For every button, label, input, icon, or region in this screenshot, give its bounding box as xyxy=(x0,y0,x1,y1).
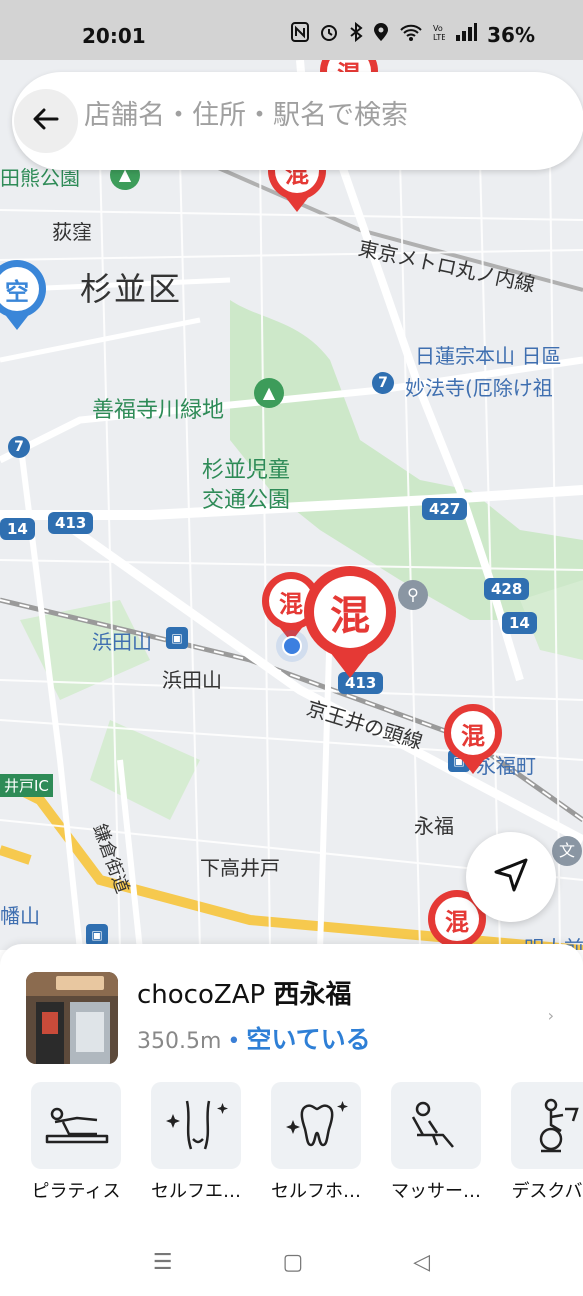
desk-bike-icon xyxy=(511,1082,583,1169)
category-list: ピラティス セルフエ… セルフホ… マッサー… デスクバ… xyxy=(26,1082,583,1202)
store-distance: 350.5m xyxy=(137,1029,222,1054)
category-item-massage[interactable]: マッサー… xyxy=(386,1082,486,1202)
store-status: 空いている xyxy=(246,1025,371,1054)
gym-pin-selected[interactable]: 混 xyxy=(304,566,396,678)
category-item-desk-bike[interactable]: デスクバ… xyxy=(506,1082,583,1202)
location-icon xyxy=(373,22,389,47)
svg-text:Vo: Vo xyxy=(433,24,443,33)
search-bar xyxy=(12,72,583,170)
map-label-ogikubo: 荻窪 xyxy=(52,220,92,244)
store-card[interactable]: chocoZAP 西永福 350.5m • 空いている › xyxy=(26,972,566,1064)
current-location-dot xyxy=(282,636,302,656)
route-shield: 7 xyxy=(8,436,30,458)
map-label-hamadayama: 浜田山 xyxy=(162,668,222,692)
back-button[interactable] xyxy=(14,89,78,153)
status-icons: Vo LTE 36% xyxy=(291,21,535,47)
map-label-greenway: 善福寺川緑地 xyxy=(92,398,225,423)
store-meta: 350.5m • 空いている xyxy=(137,1020,371,1056)
category-item-self-whitening[interactable]: セルフホ… xyxy=(266,1082,366,1202)
wifi-icon xyxy=(399,22,423,47)
arrow-left-icon xyxy=(31,104,61,138)
category-label: セルフエ… xyxy=(151,1180,241,1202)
map-label-eifuku: 永福 xyxy=(414,814,454,838)
map-label-shimotakaido: 下高井戸 xyxy=(200,856,280,880)
search-input[interactable] xyxy=(84,100,564,131)
route-shield: 427 xyxy=(422,498,468,520)
category-item-self-esthetic[interactable]: セルフエ… xyxy=(146,1082,246,1202)
battery-level: 36% xyxy=(487,22,535,47)
train-station-icon: ▣ xyxy=(86,924,108,946)
tree-icon: ▲ xyxy=(254,378,284,408)
route-shield: 7 xyxy=(372,372,394,394)
map-label-hachiman: 幡山 xyxy=(0,904,40,928)
route-shield: 413 xyxy=(48,512,94,534)
back-icon[interactable]: ◁ xyxy=(413,1250,430,1275)
alarm-icon xyxy=(319,22,339,47)
self-esthetic-icon xyxy=(151,1082,241,1169)
store-name: chocoZAP 西永福 xyxy=(137,974,351,1011)
menu-icon[interactable]: ☰ xyxy=(153,1250,173,1275)
signal-icon xyxy=(455,22,478,47)
map-label-hamadayama-station: 浜田山 xyxy=(92,630,152,654)
category-label: ピラティス xyxy=(31,1180,121,1202)
fork-knife-icon: ⚲ xyxy=(398,580,428,610)
category-label: マッサー… xyxy=(391,1180,481,1202)
navigation-arrow-icon xyxy=(490,854,532,900)
category-item-pilates[interactable]: ピラティス xyxy=(26,1082,126,1202)
store-brand: chocoZAP xyxy=(137,980,266,1010)
my-location-button[interactable] xyxy=(466,832,556,922)
gym-pin-crowded[interactable]: 混 xyxy=(444,704,502,774)
home-icon[interactable]: ▢ xyxy=(283,1250,304,1275)
train-station-icon: ▣ xyxy=(166,627,188,649)
category-label: セルフホ… xyxy=(271,1180,361,1202)
store-photo xyxy=(26,972,118,1064)
gym-pin-vacant[interactable]: 空 xyxy=(0,260,46,330)
map-label-temple: 日蓮宗本山 日區 xyxy=(415,344,562,368)
route-shield: 14 xyxy=(0,518,35,540)
map-label-kids-park-2: 交通公園 xyxy=(202,488,291,513)
self-whitening-icon xyxy=(271,1082,361,1169)
store-branch: 西永福 xyxy=(273,980,352,1010)
separator: • xyxy=(227,1029,241,1054)
map-label-ic: 井戸IC xyxy=(0,774,53,797)
chevron-right-icon: › xyxy=(547,1006,554,1025)
route-shield: 14 xyxy=(502,612,537,634)
bluetooth-icon xyxy=(349,21,363,47)
map-label-kids-park-1: 杉並児童 xyxy=(202,458,291,483)
status-time: 20:01 xyxy=(82,24,146,48)
svg-text:LTE: LTE xyxy=(433,33,445,42)
map-label-temple-2: 妙法寺(厄除け祖 xyxy=(405,376,553,400)
pilates-icon xyxy=(31,1082,121,1169)
category-label: デスクバ… xyxy=(511,1180,583,1202)
massage-chair-icon xyxy=(391,1082,481,1169)
map-label-ward: 杉並区 xyxy=(80,270,183,308)
status-bar: 20:01 Vo LTE 36% xyxy=(0,0,583,60)
system-nav-bar: ☰ ▢ ◁ xyxy=(0,1228,583,1296)
nfc-icon xyxy=(291,22,310,47)
school-icon: 文 xyxy=(552,836,582,866)
volte-icon: Vo LTE xyxy=(433,22,446,47)
map-view[interactable]: 田熊公園 荻窪 杉並区 東京メトロ丸ノ内線 日蓮宗本山 日區 妙法寺(厄除け祖 … xyxy=(0,60,583,950)
route-shield: 428 xyxy=(484,578,530,600)
